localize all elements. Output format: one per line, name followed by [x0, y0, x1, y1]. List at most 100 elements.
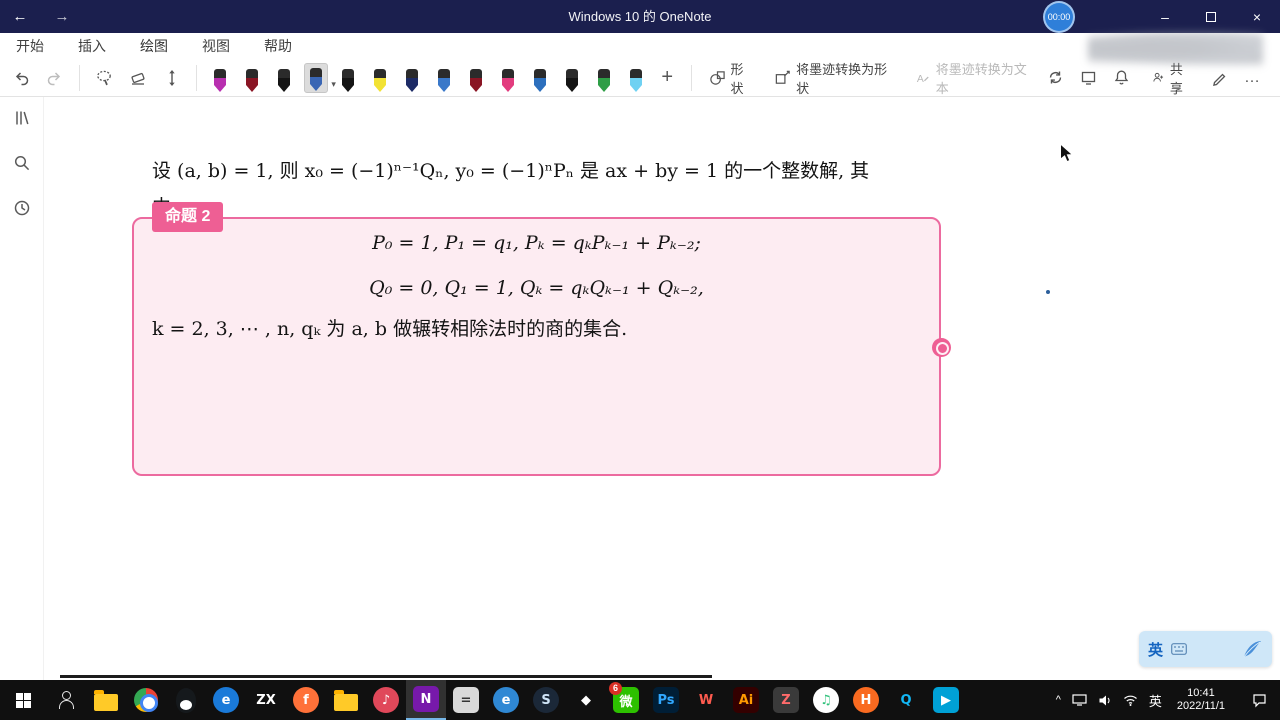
taskbar-photoshop[interactable]: Ps [646, 680, 686, 720]
maximize-button[interactable] [1188, 0, 1234, 33]
action-center-button[interactable] [1240, 680, 1278, 720]
ink-to-shape-label: 将墨迹转换为形状 [796, 61, 888, 96]
eraser-button[interactable] [125, 64, 152, 92]
tab-draw[interactable]: 绘图 [135, 34, 173, 63]
taskbar-chrome[interactable] [126, 680, 166, 720]
lasso-select-button[interactable] [91, 64, 118, 92]
illustrator-icon: Ai [733, 687, 759, 713]
taskbar-calculator[interactable]: = [446, 680, 486, 720]
volume-icon[interactable] [1098, 694, 1112, 707]
search-button[interactable] [13, 154, 31, 177]
ink-to-shape-icon [775, 70, 790, 84]
formula-p: P₀ = 1, P₁ = q₁, Pₖ = qₖPₖ₋₁ + Pₖ₋₂; [372, 232, 701, 254]
taskbar-clock[interactable]: 10:41 2022/11/1 [1173, 687, 1229, 713]
windows-logo-icon [15, 692, 31, 708]
taskbar-music-pink[interactable]: ♪ [366, 680, 406, 720]
tab-home[interactable]: 开始 [14, 34, 46, 58]
input-language-indicator[interactable]: 英 [1149, 691, 1162, 710]
undo-button[interactable] [8, 64, 35, 92]
taskbar-qq-browser[interactable]: Q [886, 680, 926, 720]
pen-tool-10[interactable] [496, 63, 520, 93]
ink-to-text-icon: A [917, 73, 929, 84]
taskbar-dark-z-app[interactable]: Z [766, 680, 806, 720]
tab-view[interactable]: 视图 [200, 34, 232, 58]
redo-icon [48, 72, 61, 86]
notification-badge: 6 [609, 682, 622, 695]
ink-stroke-line [60, 675, 712, 678]
taskbar-file-explorer[interactable] [86, 680, 126, 720]
add-pen-button[interactable]: + [655, 66, 680, 89]
close-button[interactable]: × [1234, 0, 1280, 33]
more-options-button[interactable]: … [1244, 69, 1262, 87]
ink-to-shape-button[interactable]: 将墨迹转换为形状 [768, 55, 901, 101]
undo-icon [15, 72, 29, 86]
start-button[interactable] [0, 680, 46, 720]
pen-tool-7[interactable] [400, 63, 424, 93]
ime-panel[interactable]: 英 [1139, 631, 1272, 667]
taskbar-qq[interactable] [166, 680, 206, 720]
taskbar-blue-e-app[interactable]: e [206, 680, 246, 720]
taskbar-bilibili[interactable]: ▶ [926, 680, 966, 720]
pen-tool-3[interactable] [272, 63, 296, 93]
file-explorer-icon [94, 689, 118, 711]
ime-language-indicator[interactable]: 英 [1148, 639, 1163, 660]
shapes-button[interactable]: 形状 [703, 55, 762, 101]
proposition-box[interactable] [132, 217, 941, 476]
pen-tool-2[interactable] [240, 63, 264, 93]
pan-button[interactable] [158, 64, 185, 92]
recording-timer-badge[interactable]: 00:00 [1043, 1, 1075, 33]
taskbar-zx-app[interactable]: ZX [246, 680, 286, 720]
notifications-button[interactable] [1113, 69, 1130, 86]
search-icon [14, 155, 29, 171]
taskbar-firefox[interactable]: f [286, 680, 326, 720]
notebooks-icon [15, 111, 29, 125]
network-wifi-icon[interactable] [1123, 694, 1138, 706]
pen-tool-6[interactable] [368, 63, 392, 93]
selection-handle[interactable] [932, 338, 951, 357]
titlebar: ← → Windows 10 的 OneNote 00:00 – × [0, 0, 1280, 33]
tab-help[interactable]: 帮助 [262, 34, 294, 58]
pan-icon [168, 69, 175, 86]
toolbar-divider [79, 64, 81, 91]
taskbar-qq-music[interactable]: ♫ [806, 680, 846, 720]
notebooks-button[interactable] [13, 109, 31, 132]
pen-tool-13[interactable] [592, 63, 616, 93]
draw-toolbar: ▾ + 形状 将墨迹转换为形状 A 将墨迹转换为文本 共享 … [0, 59, 1280, 97]
bell-icon [1115, 70, 1129, 85]
share-button[interactable]: 共享 [1146, 55, 1195, 101]
sync-button[interactable] [1047, 69, 1064, 86]
pen-tool-11[interactable] [528, 63, 552, 93]
pencil-icon [1213, 73, 1226, 86]
pen-tool-5[interactable] [336, 63, 360, 93]
taskbar-illustrator[interactable]: Ai [726, 680, 766, 720]
taskbar-diamond-app[interactable]: ◆ [566, 680, 606, 720]
taskbar-people[interactable] [46, 680, 86, 720]
taskbar-onenote[interactable]: N [406, 680, 446, 720]
pen-tool-12[interactable] [560, 63, 584, 93]
taskbar-edge[interactable]: e [486, 680, 526, 720]
minimize-button[interactable]: – [1142, 0, 1188, 33]
page-canvas[interactable]: 命题 2 设 (a, b) = 1, 则 x₀ = (−1)ⁿ⁻¹Qₙ, y₀ … [44, 97, 1280, 680]
pen-tool-14[interactable] [624, 63, 648, 93]
recent-notes-button[interactable] [13, 199, 31, 222]
pen-tool-4[interactable]: ▾ [303, 62, 336, 93]
taskbar-wechat[interactable]: 微6 [606, 680, 646, 720]
pen-tool-8[interactable] [432, 63, 456, 93]
cursor-arrow-icon [1060, 142, 1074, 163]
fullscreen-button[interactable] [1080, 69, 1097, 86]
taskbar-steam[interactable]: S [526, 680, 566, 720]
taskbar-word-w[interactable]: W [686, 680, 726, 720]
keyboard-icon[interactable] [1171, 643, 1187, 655]
pen-tool-1[interactable] [208, 63, 232, 93]
taskbar-orange-app[interactable]: H [846, 680, 886, 720]
redo-button[interactable] [42, 64, 69, 92]
sync-icon [1050, 71, 1062, 84]
pen-mode-button[interactable] [1211, 69, 1228, 86]
tray-expand-button[interactable]: ^ [1056, 694, 1061, 706]
ink-to-text-button[interactable]: A 将墨迹转换为文本 [908, 55, 1041, 101]
monitor-icon[interactable] [1072, 694, 1087, 706]
taskbar-folder-2[interactable] [326, 680, 366, 720]
pen-tool-9[interactable] [464, 63, 488, 93]
note-line-3: k = 2, 3, ⋯ , n, qₖ 为 a, b 做辗转相除法时的商的集合. [152, 318, 628, 340]
tab-insert[interactable]: 插入 [76, 34, 108, 58]
